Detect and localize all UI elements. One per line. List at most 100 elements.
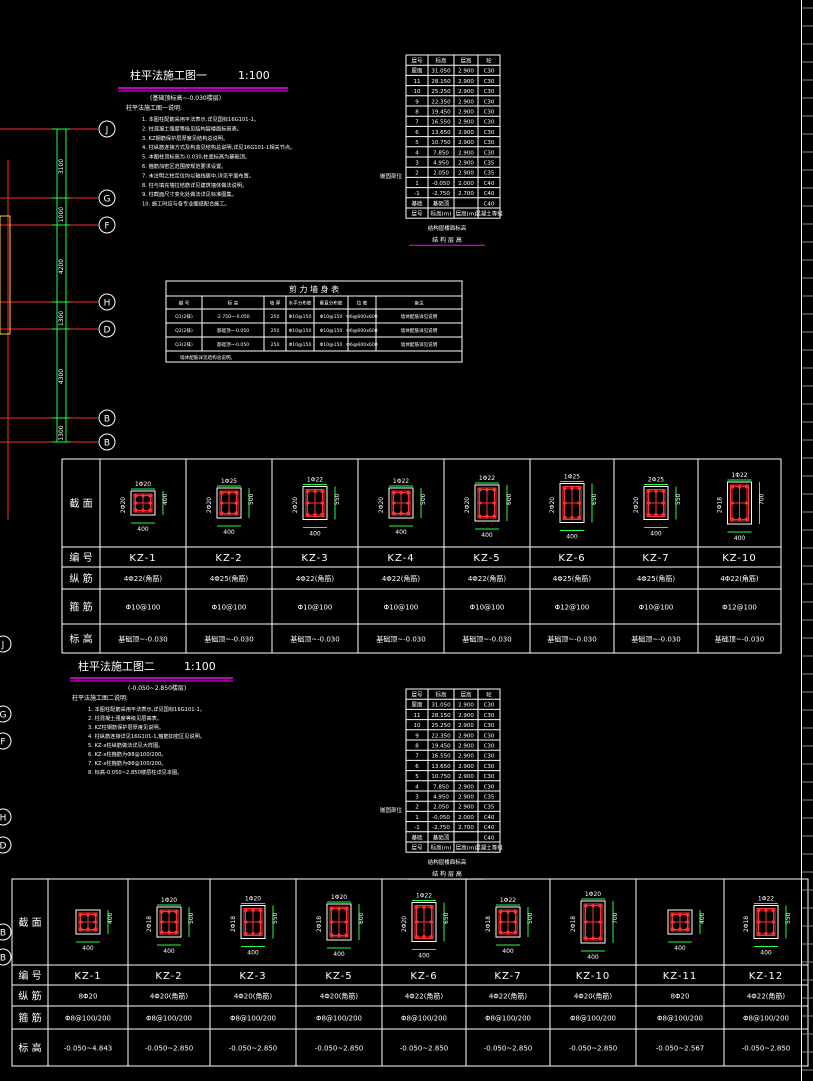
drawing1-kz-6-rebar-dot: [563, 501, 567, 505]
drawing1-kz-1-rebar-dot: [141, 494, 145, 498]
drawing1-level-cell: 标高: [435, 57, 447, 65]
drawing2-col-biaogao: -0.050~2.567: [656, 1045, 704, 1053]
drawing2-kz-5-dim-w-label: 400: [333, 951, 345, 958]
drawing1-level-cell: 层号: [411, 211, 423, 218]
drawing1-kz-3-rebar-dot: [313, 512, 317, 517]
drawing1-wall-cell: Φ10@150: [289, 342, 312, 348]
drawing1-note: 4. 柱纵筋连接方式及构造见结构总说明,详见16G101-1相关节点。: [142, 143, 295, 151]
drawing2-col-name: KZ-1: [74, 971, 101, 982]
drawing1-level-cell: C30: [484, 130, 495, 136]
drawing1-kz-1-rebar-dot: [134, 508, 138, 512]
drawing1-level-cell: C35: [484, 161, 495, 167]
drawing2-level-cell: 2: [415, 805, 419, 811]
drawing1-level-cell: 2.900: [458, 140, 474, 146]
drawing1-kz-3-rebar-dot: [306, 489, 310, 494]
drawing2-level-cell: 标高(m): [431, 844, 452, 852]
drawing2-title: 柱平法施工图二: [78, 659, 155, 673]
drawing2-kz-2-dim-h-label: 500: [188, 912, 195, 924]
drawing1-row-label: 箍 筋: [69, 601, 92, 614]
drawing1-kz-7-dim-h-label: 550: [675, 493, 682, 505]
drawing1-kz-3-rebar-dot: [306, 512, 310, 517]
drawing1-kz-6-rebar-dot: [577, 515, 581, 520]
drawing2-level-cell: C30: [484, 784, 495, 790]
drawing1-kz-3-rebar-dot: [320, 489, 324, 494]
drawing2-col-biaogao: -0.050~4.843: [64, 1045, 112, 1053]
drawing1-wall-footnote: 墙体配筋详见结构总说明。: [180, 354, 235, 361]
drawing2-kz-7-side-bars: 2Φ18: [485, 916, 492, 932]
drawing1-kz-3-rebar-dot: [320, 512, 324, 517]
drawing2-level-cell: 4.950: [433, 795, 449, 801]
drawing1-kz-2-dim-h-label: 500: [248, 493, 255, 505]
drawing2-kz-6-rebar-dot: [429, 920, 433, 924]
drawing1-col-name: KZ-3: [301, 553, 328, 564]
drawing2-col-zongjin: 4Φ20(角筋): [234, 992, 273, 1001]
drawing2-col-zongjin: 4Φ20(角筋): [150, 992, 189, 1001]
drawing1-wall-table-title: 剪 力 墙 身 表: [289, 284, 339, 294]
drawing1-level-cell: 2.050: [433, 171, 449, 177]
drawing2-col-name: KZ-6: [410, 971, 437, 982]
drawing1-wall-cell: 250: [271, 314, 280, 320]
drawing1-kz-4-rebar-dot: [406, 501, 410, 505]
drawing1-level-caption1: 结构层楼面标高: [428, 224, 467, 232]
drawing1-level-cell: 10: [414, 89, 421, 95]
drawing1-kz-1-rebar-dot: [148, 508, 152, 512]
drawing2-level-cell: 2.700: [458, 825, 474, 831]
drawing1-kz-6-rebar-dot: [570, 486, 574, 491]
drawing1-level-cell: 4.950: [433, 161, 449, 167]
drawing1-wall-cell: 备注: [414, 300, 424, 307]
drawing1-kz-10-rebar-dot: [730, 501, 735, 505]
drawing2-kz-7-rebar-dot: [499, 920, 503, 924]
drawing2-kz-2-rebar-dot: [160, 920, 164, 924]
drawing2-level-cell: 2.900: [458, 733, 474, 739]
drawing2-level-caption2: 结 构 层 高: [432, 870, 462, 878]
drawing2-note: 5. KZ-x柱纵筋做法详见大样图。: [88, 741, 163, 749]
drawing2-level-cell: C30: [484, 703, 495, 709]
drawing1-level-cell: 28.150: [431, 79, 451, 85]
drawing2-subtitle: (-0.050~2.850楼层): [128, 684, 186, 692]
drawing2-kz-6-rebar-dot: [415, 905, 419, 910]
drawing1-col-zongjin: 4Φ25(角筋): [210, 574, 249, 583]
drawing1-col-name: KZ-10: [722, 553, 757, 564]
drawing1-level-cell: 5: [415, 140, 419, 146]
drawing2-kz-1-rebar-dot: [93, 920, 97, 924]
drawing1-kz-10-rebar-dot: [737, 517, 742, 521]
drawing1-wall-cell: 墙体配筋详见说明: [401, 327, 438, 334]
drawing1-level-cell: C30: [484, 99, 495, 105]
drawing2-col-biaogao: -0.050~2.850: [400, 1045, 448, 1053]
drawing2-scale: 1:100: [184, 660, 216, 673]
drawing1-note: 3. KZ钢筋保护层厚度见结构总说明。: [142, 134, 228, 142]
drawing2-col-gujin: Φ8@100/200: [570, 1015, 616, 1023]
drawing2-kz-11-rebar-dot: [678, 913, 682, 917]
drawing1-col-zongjin: 4Φ25(角筋): [637, 574, 676, 583]
drawing2-kz-5-rebar-dot: [330, 933, 334, 937]
drawing2-level-cell: C30: [484, 744, 495, 750]
drawing2-level-cell: 2.900: [458, 805, 474, 811]
drawing2-level-cell: 混凝土等级: [475, 844, 503, 852]
drawing1-level-cell: 2.900: [458, 89, 474, 95]
drawing1-wall-cell: 水平分布筋: [289, 300, 312, 307]
drawing2-kz-3-rebar-dot: [251, 908, 255, 913]
drawing1-wall-cell: Q3(2排): [175, 341, 193, 348]
drawing2-col-gujin: Φ8@100/200: [743, 1015, 789, 1023]
drawing2-level-cell: 2.900: [458, 723, 474, 729]
drawing1-kz-5-rebar-dot: [478, 514, 482, 518]
drawing1-kz-4-dim-h-label: 500: [420, 493, 427, 505]
drawing2-level-cell: C40: [484, 835, 495, 841]
drawing2-col-biaogao: -0.050~2.850: [742, 1045, 790, 1053]
drawing1-wall-cell: Q1(2排): [175, 313, 193, 320]
drawing2-level-cell: C30: [484, 713, 495, 719]
drawing2-kz-2-rebar-dot: [174, 910, 178, 914]
drawing2-kz-11-rebar-dot: [671, 913, 675, 917]
drawing2-row-label: 纵 筋: [18, 990, 41, 1003]
drawing2-kz-3-top-bars: 1Φ20: [245, 896, 261, 903]
drawing1-note: 1. 本图柱配筋采用平法表示,详见国标16G101-1。: [142, 115, 259, 123]
drawing2-kz-7-top-bars: 1Φ22: [500, 897, 516, 904]
drawing1-level-cell: 2.900: [458, 69, 474, 75]
drawing2-kz-5-side-bars: 2Φ18: [316, 916, 323, 932]
drawing1-wall-cell: Φ10@150: [320, 342, 343, 348]
drawing2-note: 3. KZ柱钢筋保护层厚度见说明。: [88, 723, 164, 731]
drawing2-level-cell: 19.450: [431, 744, 451, 750]
drawing2-kz-10-side-bars: 2Φ18: [570, 916, 577, 932]
drawing2-kz-5-rebar-dot: [344, 920, 348, 924]
drawing2-kz-3-rebar-dot: [244, 931, 248, 936]
